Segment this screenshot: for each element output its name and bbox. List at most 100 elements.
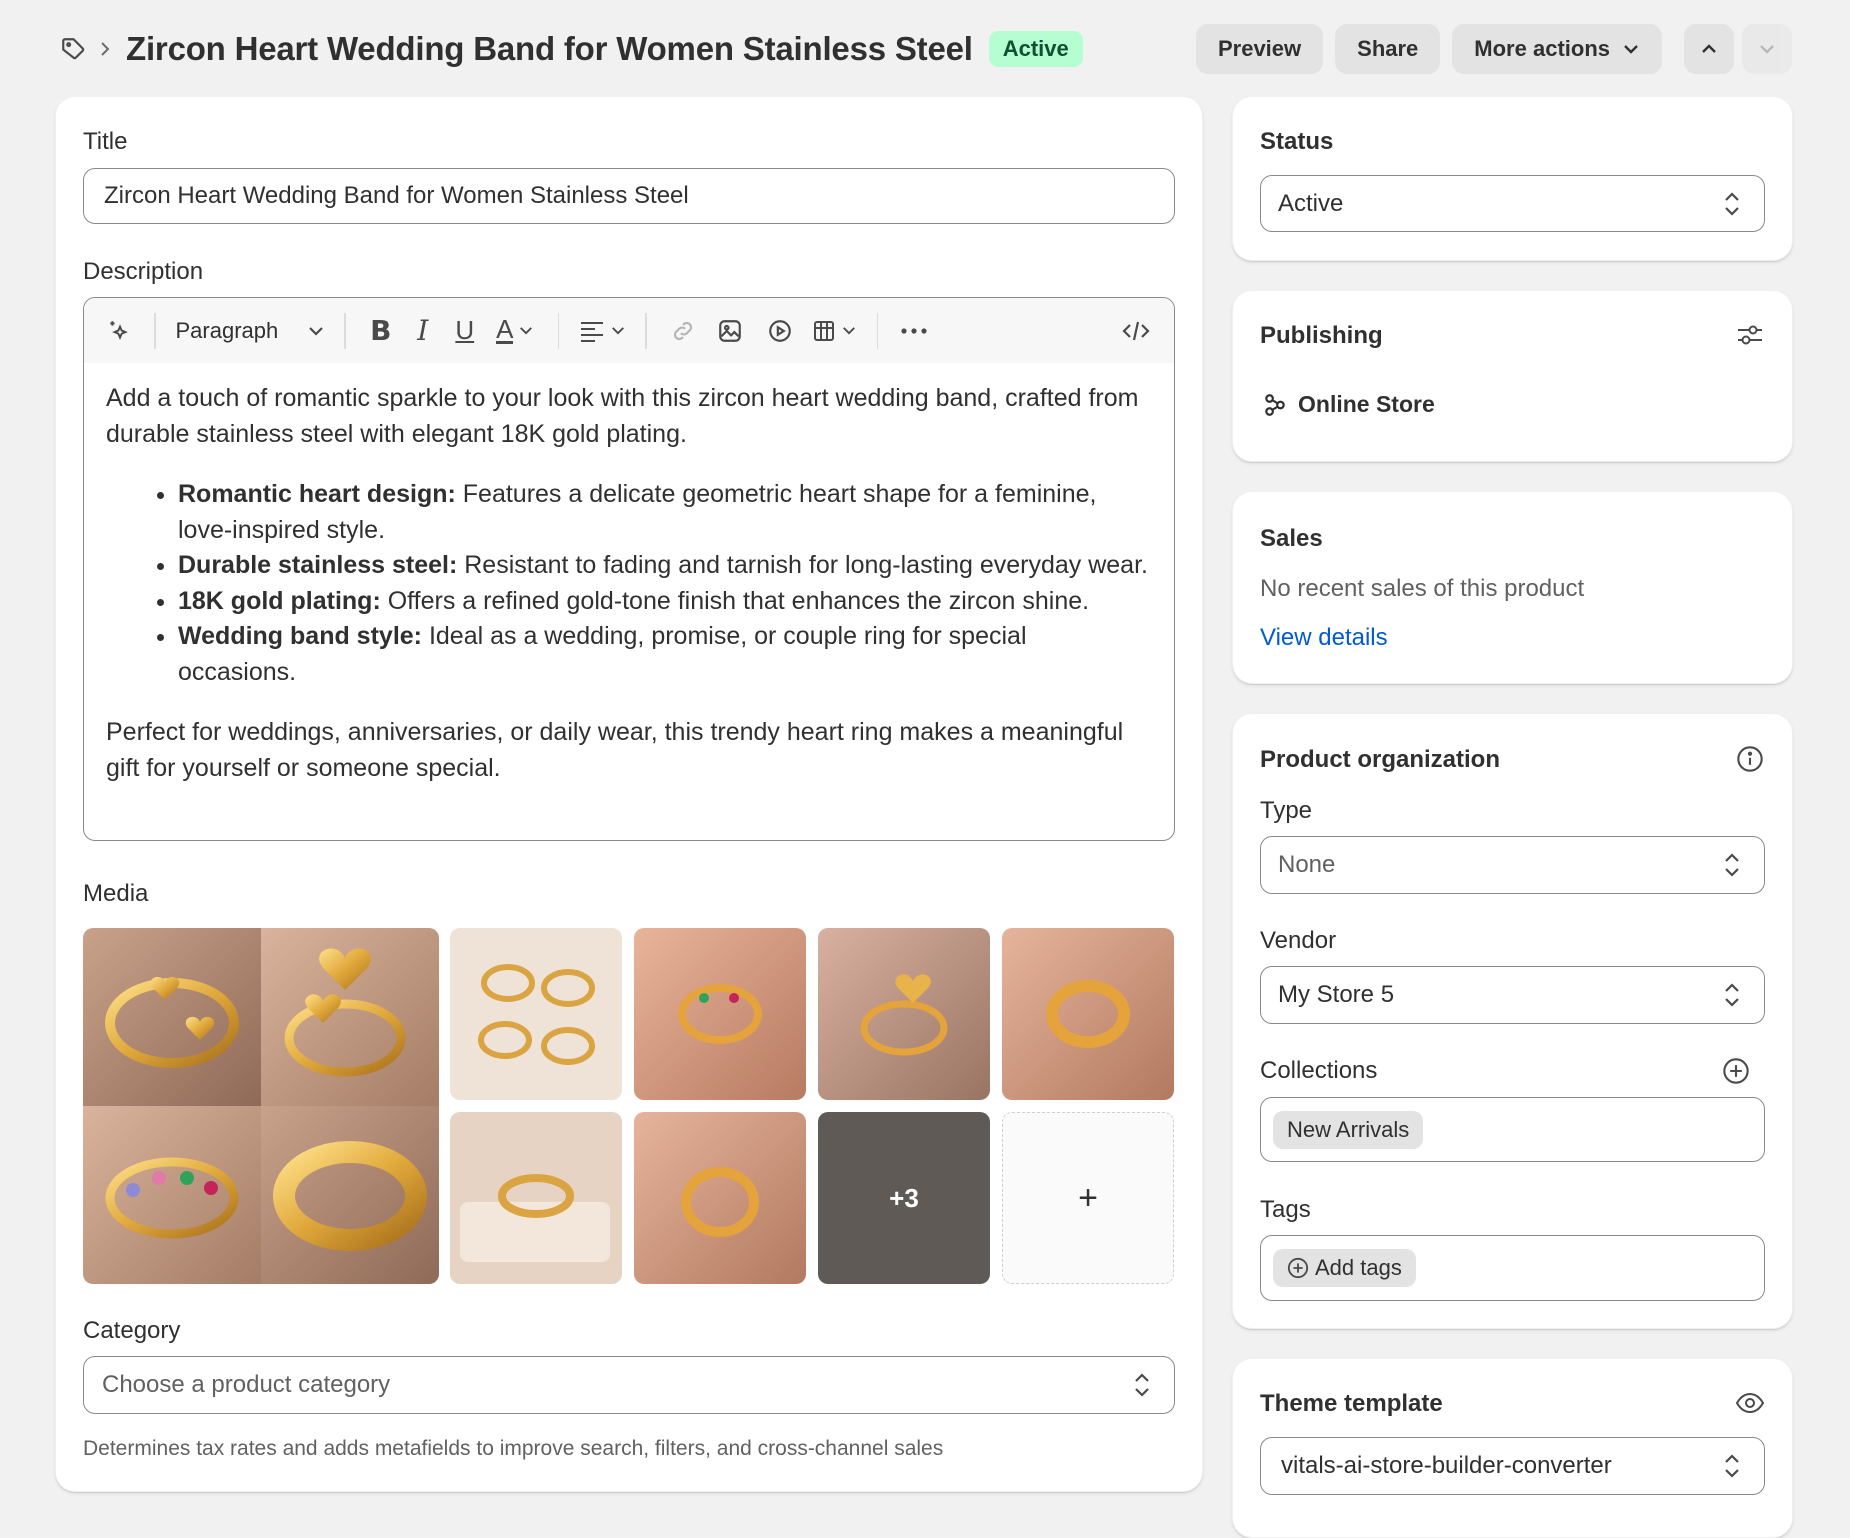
share-button[interactable]: Share: [1335, 24, 1441, 74]
video-icon[interactable]: [755, 309, 805, 353]
add-tags-label: Add tags: [1315, 1255, 1402, 1280]
select-arrows-icon: [1725, 1454, 1739, 1478]
media-label: Media: [83, 880, 149, 907]
table-icon: [813, 320, 834, 341]
select-arrows-icon: [1725, 853, 1739, 877]
sales-empty-text: No recent sales of this product: [1260, 575, 1585, 602]
channel-name: Online Store: [1298, 391, 1435, 417]
eye-icon[interactable]: [1735, 1388, 1765, 1418]
preview-button[interactable]: Preview: [1195, 24, 1324, 74]
chevron-down-icon: [842, 327, 855, 335]
select-arrows-icon: [1135, 1373, 1149, 1397]
magic-sparkle-icon[interactable]: [100, 309, 140, 353]
description-editor[interactable]: Paragraph B I U A Add a touch of romanti…: [83, 297, 1175, 841]
toolbar-divider: [344, 312, 346, 349]
list-item: Durable stainless steel: Resistant to fa…: [178, 548, 1150, 584]
chevron-down-icon: [612, 327, 625, 335]
title-input[interactable]: Zircon Heart Wedding Band for Women Stai…: [83, 168, 1175, 224]
underline-icon[interactable]: U: [444, 309, 486, 353]
add-media-button[interactable]: +: [1002, 1112, 1174, 1284]
product-organization-title: Product organization: [1260, 746, 1500, 773]
theme-template-title: Theme template: [1260, 1390, 1443, 1417]
image-icon[interactable]: [705, 309, 755, 353]
collection-chip[interactable]: New Arrivals: [1273, 1110, 1424, 1149]
description-content[interactable]: Add a touch of romantic sparkle to your …: [84, 363, 1174, 786]
description-outro: Perfect for weddings, anniversaries, or …: [106, 718, 1124, 782]
info-icon[interactable]: [1735, 744, 1765, 774]
category-label: Category: [83, 1317, 181, 1344]
align-select[interactable]: [573, 309, 631, 353]
media-thumbnail-featured[interactable]: [83, 928, 439, 1284]
more-actions-label: More actions: [1474, 36, 1610, 61]
next-product-button[interactable]: [1742, 24, 1792, 74]
page-title: Zircon Heart Wedding Band for Women Stai…: [126, 30, 973, 67]
paragraph-format-select[interactable]: Paragraph: [170, 309, 331, 353]
status-badge: Active: [988, 31, 1083, 67]
media-thumbnail[interactable]: [818, 928, 990, 1100]
text-color-select[interactable]: A: [486, 309, 544, 353]
toolbar-divider: [557, 312, 560, 349]
align-left-icon: [581, 321, 604, 342]
theme-template-select[interactable]: vitals-ai-store-builder-converter: [1260, 1437, 1765, 1495]
toolbar-divider: [876, 312, 879, 349]
italic-icon[interactable]: I: [402, 309, 444, 353]
view-details-link[interactable]: View details: [1260, 624, 1388, 652]
media-thumbnail[interactable]: [450, 1112, 622, 1284]
theme-template-card: Theme template vitals-ai-store-builder-c…: [1232, 1358, 1793, 1538]
chevron-right-icon: [98, 40, 118, 58]
bold-icon[interactable]: B: [360, 309, 402, 353]
add-circle-icon[interactable]: [1721, 1056, 1751, 1086]
title-input-value: Zircon Heart Wedding Band for Women Stai…: [104, 182, 689, 209]
tags-input[interactable]: Add tags: [1260, 1235, 1765, 1301]
media-thumbnail[interactable]: [634, 1112, 806, 1284]
add-tags-chip[interactable]: Add tags: [1273, 1249, 1416, 1287]
type-select[interactable]: None: [1260, 836, 1765, 894]
chevron-down-icon: [1624, 45, 1638, 54]
vendor-select[interactable]: My Store 5: [1260, 966, 1765, 1024]
header-actions: Preview Share More actions: [1195, 24, 1792, 74]
more-options-icon[interactable]: [892, 309, 936, 353]
table-select[interactable]: [805, 309, 863, 353]
tags-label: Tags: [1260, 1196, 1311, 1223]
more-media-tile[interactable]: +3: [818, 1112, 990, 1284]
paragraph-format-label: Paragraph: [175, 317, 279, 343]
tag-icon[interactable]: [58, 34, 88, 64]
status-card: Status Active: [1232, 96, 1793, 261]
sales-title: Sales: [1260, 525, 1323, 552]
category-placeholder: Choose a product category: [102, 1371, 391, 1398]
publishing-title: Publishing: [1260, 322, 1383, 349]
chevron-up-icon: [1702, 44, 1716, 53]
collections-input[interactable]: New Arrivals: [1260, 1097, 1765, 1162]
status-value: Active: [1278, 189, 1344, 217]
status-select[interactable]: Active: [1260, 175, 1765, 232]
previous-product-button[interactable]: [1684, 24, 1734, 74]
select-arrows-icon: [1725, 983, 1739, 1007]
media-thumbnail[interactable]: [1002, 928, 1174, 1100]
type-label: Type: [1260, 797, 1313, 824]
collections-label: Collections: [1260, 1057, 1378, 1084]
more-actions-button[interactable]: More actions: [1452, 24, 1662, 74]
description-intro: Add a touch of romantic sparkle to your …: [106, 384, 1139, 448]
vendor-label: Vendor: [1260, 927, 1337, 954]
sales-card: Sales No recent sales of this product Vi…: [1232, 491, 1793, 684]
list-item: 18K gold plating: Offers a refined gold-…: [178, 584, 1150, 620]
text-color-icon: A: [496, 314, 514, 344]
editor-toolbar: Paragraph B I U A: [84, 298, 1174, 363]
chevron-down-icon: [1760, 45, 1774, 54]
sliders-icon[interactable]: [1735, 320, 1765, 350]
product-organization-card: Product organization Type None Vendor My…: [1232, 713, 1793, 1329]
status-title: Status: [1260, 128, 1334, 155]
description-bullets: Romantic heart design: Features a delica…: [106, 477, 1150, 690]
type-value: None: [1278, 851, 1336, 878]
description-label: Description: [83, 258, 204, 285]
page-header: Zircon Heart Wedding Band for Women Stai…: [58, 24, 1792, 74]
link-icon[interactable]: [661, 309, 705, 353]
code-view-icon[interactable]: [1114, 309, 1158, 353]
product-details-card: Title Zircon Heart Wedding Band for Wome…: [55, 96, 1203, 1492]
chevron-down-icon: [309, 326, 324, 336]
online-store-channel: Online Store: [1262, 391, 1435, 418]
category-select[interactable]: Choose a product category: [83, 1356, 1175, 1414]
media-thumbnail[interactable]: [450, 928, 622, 1100]
vendor-value: My Store 5: [1278, 981, 1395, 1008]
media-thumbnail[interactable]: [634, 928, 806, 1100]
